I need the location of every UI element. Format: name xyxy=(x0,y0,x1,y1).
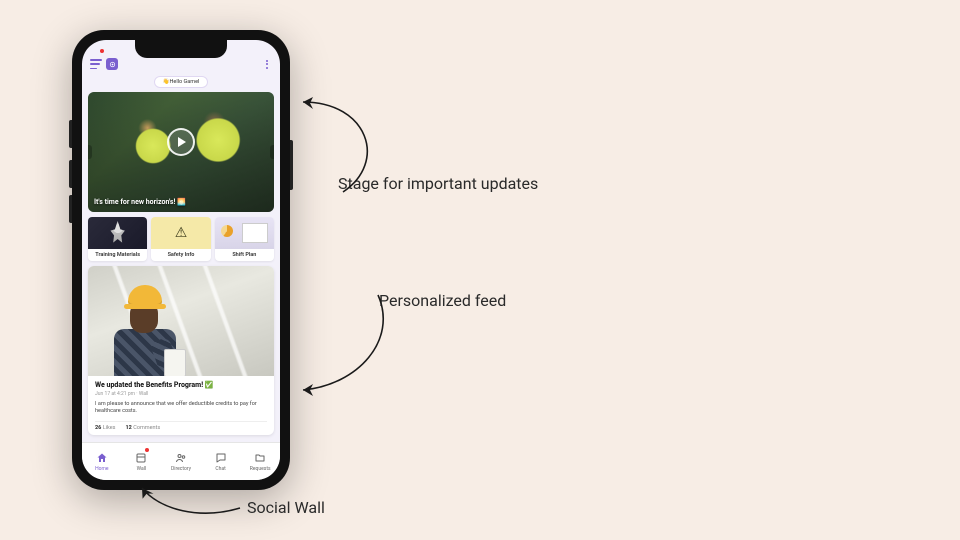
chat-icon xyxy=(215,452,227,464)
post-title: We updated the Benefits Program! ✅ xyxy=(95,381,267,389)
wall-icon xyxy=(135,452,147,464)
hero-caption: It's time for new horizon's! 🌅 xyxy=(94,198,186,206)
nav-label: Home xyxy=(95,466,108,472)
tile-label: Safety Info xyxy=(151,249,210,261)
nav-label: Chat xyxy=(215,466,225,472)
tile-thumbnail xyxy=(88,217,147,249)
tile-label: Shift Plan xyxy=(215,249,274,261)
home-icon xyxy=(96,452,108,464)
greeting-text: Hello Gamel xyxy=(170,79,200,85)
likes-stat[interactable]: 26 Likes xyxy=(95,425,116,431)
hero-next-chevron-icon[interactable]: › xyxy=(270,145,274,159)
nav-badge-dot xyxy=(145,448,149,452)
post-image xyxy=(88,266,274,376)
arrow-to-feed xyxy=(288,290,408,400)
arrow-to-stage xyxy=(288,92,408,202)
top-bar-left xyxy=(90,58,118,70)
app-logo-icon[interactable] xyxy=(106,58,118,70)
arrow-to-wall xyxy=(130,480,245,525)
tile-training-materials[interactable]: Training Materials xyxy=(88,217,147,261)
phone-frame: 👋 Hello Gamel ‹ › It's time for new hori… xyxy=(72,30,290,490)
tile-safety-info[interactable]: Safety Info xyxy=(151,217,210,261)
nav-home[interactable]: Home xyxy=(82,443,122,480)
nav-requests[interactable]: Requests xyxy=(240,443,280,480)
tile-shift-plan[interactable]: Shift Plan xyxy=(215,217,274,261)
annotation-social-wall: Social Wall xyxy=(247,497,325,519)
tile-label: Training Materials xyxy=(88,249,147,261)
post-image-subject xyxy=(106,281,186,376)
greeting-pill: 👋 Hello Gamel xyxy=(154,76,209,88)
notification-dot xyxy=(100,49,104,53)
wave-icon: 👋 xyxy=(163,79,170,85)
tile-thumbnail xyxy=(215,217,274,249)
nav-label: Requests xyxy=(250,466,271,472)
phone-notch xyxy=(135,40,227,58)
hero-prev-chevron-icon[interactable]: ‹ xyxy=(88,145,92,159)
nav-wall[interactable]: Wall xyxy=(122,443,162,480)
nav-directory[interactable]: Directory xyxy=(161,443,201,480)
post-body: We updated the Benefits Program! ✅ Jun 1… xyxy=(88,376,274,435)
post-text: I am please to announce that we offer de… xyxy=(95,401,267,416)
quick-tiles-row: Training Materials Safety Info Shift Pla… xyxy=(88,217,274,261)
play-button-icon[interactable] xyxy=(167,128,195,156)
post-meta: Jun 17 at 4:21 pm · Wall xyxy=(95,391,267,397)
hero-card[interactable]: ‹ › It's time for new horizon's! 🌅 xyxy=(88,92,274,212)
nav-label: Directory xyxy=(171,466,191,472)
nav-chat[interactable]: Chat xyxy=(201,443,241,480)
tile-thumbnail xyxy=(151,217,210,249)
bottom-nav: Home Wall Directory Chat Requests xyxy=(82,442,280,480)
directory-icon xyxy=(175,452,187,464)
nav-label: Wall xyxy=(137,466,147,472)
comments-stat[interactable]: 12 Comments xyxy=(126,425,161,431)
feed-post-card[interactable]: We updated the Benefits Program! ✅ Jun 1… xyxy=(88,266,274,435)
requests-icon xyxy=(254,452,266,464)
post-stats: 26 Likes 12 Comments xyxy=(95,421,267,431)
more-menu-icon[interactable] xyxy=(262,60,272,69)
menu-icon[interactable] xyxy=(90,59,102,69)
app-screen: 👋 Hello Gamel ‹ › It's time for new hori… xyxy=(82,40,280,480)
